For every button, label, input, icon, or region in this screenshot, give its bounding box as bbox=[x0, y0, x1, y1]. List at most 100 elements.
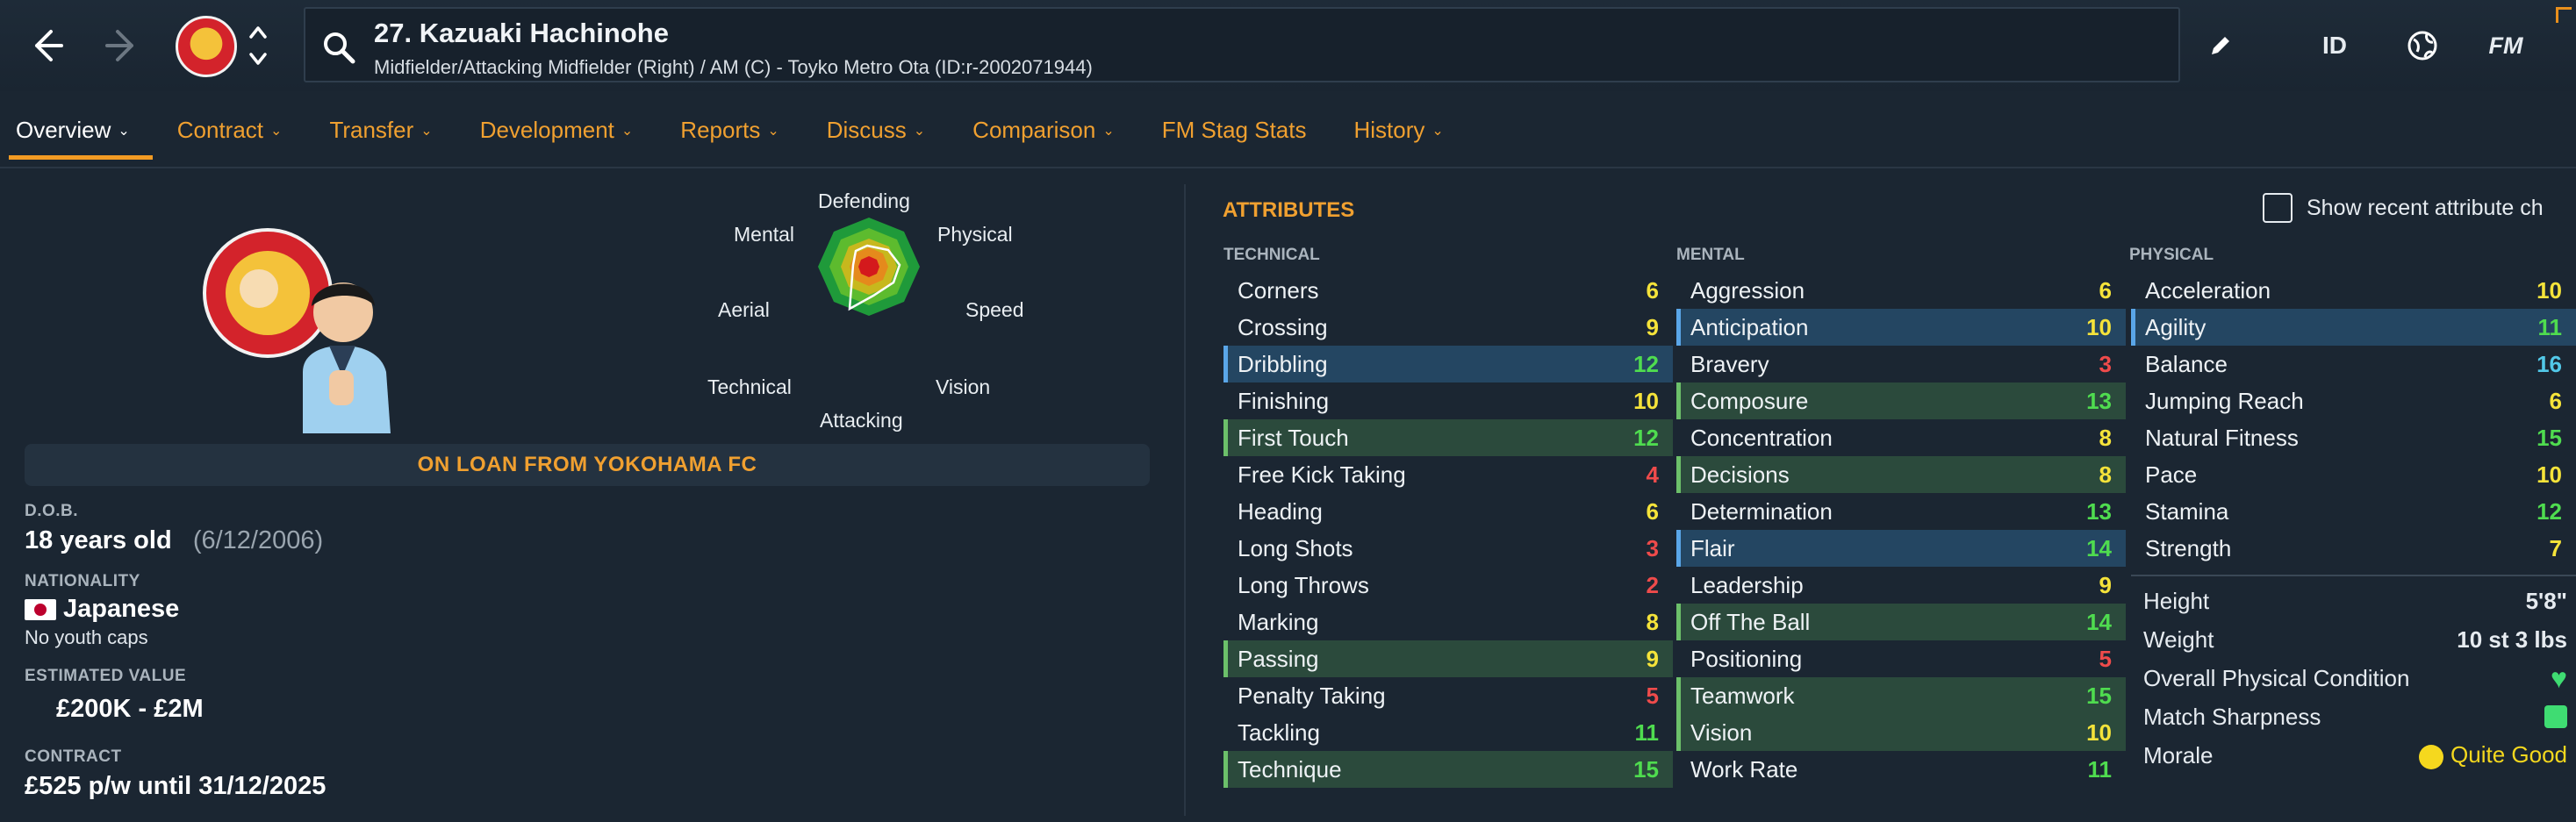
attribute-row-vision[interactable]: Vision 10 bbox=[1676, 714, 2126, 751]
player-portrait bbox=[203, 228, 391, 433]
tab-comparison[interactable]: Comparison ⌄ bbox=[957, 105, 1130, 154]
attribute-row-decisions[interactable]: Decisions 8 bbox=[1676, 456, 2126, 493]
player-switch-icon[interactable] bbox=[248, 19, 269, 72]
attribute-row-concentration[interactable]: Concentration 8 bbox=[1676, 419, 2126, 456]
weight-row: Weight 10 st 3 lbs bbox=[2143, 625, 2567, 653]
attribute-row-work-rate[interactable]: Work Rate 11 bbox=[1676, 751, 2126, 788]
attribute-row-crossing[interactable]: Crossing 9 bbox=[1223, 309, 1673, 346]
club-badge[interactable] bbox=[176, 16, 237, 77]
attribute-value: 13 bbox=[2086, 387, 2112, 414]
youth-caps: No youth caps bbox=[25, 626, 148, 648]
recent-changes-toggle[interactable]: Show recent attribute ch bbox=[2263, 193, 2544, 223]
attribute-row-positioning[interactable]: Positioning 5 bbox=[1676, 640, 2126, 677]
attribute-value: 11 bbox=[1634, 718, 1660, 746]
attribute-name: Stamina bbox=[2145, 497, 2229, 525]
attribute-value: 6 bbox=[2099, 276, 2112, 304]
attribute-row-pace[interactable]: Pace 10 bbox=[2131, 456, 2576, 493]
attribute-name: Balance bbox=[2145, 350, 2228, 377]
radar-label-technical: Technical bbox=[707, 375, 792, 398]
attribute-value: 5 bbox=[1646, 682, 1659, 709]
attribute-row-composure[interactable]: Composure 13 bbox=[1676, 382, 2126, 419]
attribute-row-acceleration[interactable]: Acceleration 10 bbox=[2131, 272, 2576, 309]
attribute-row-stamina[interactable]: Stamina 12 bbox=[2131, 493, 2576, 530]
attribute-row-balance[interactable]: Balance 16 bbox=[2131, 346, 2576, 382]
estimated-value: £200K - £2M bbox=[56, 695, 204, 723]
id-button[interactable]: ID bbox=[2308, 19, 2361, 72]
attribute-row-dribbling[interactable]: Dribbling 12 bbox=[1223, 346, 1673, 382]
technical-header: TECHNICAL bbox=[1223, 246, 1320, 264]
morale-icon bbox=[2419, 744, 2444, 769]
physical-attributes-list: Acceleration 10 Agility 11 Balance 16 Jumping … bbox=[2131, 272, 2576, 567]
tab-reports[interactable]: Reports ⌄ bbox=[664, 105, 794, 154]
attribute-row-aggression[interactable]: Aggression 6 bbox=[1676, 272, 2126, 309]
attribute-row-penalty-taking[interactable]: Penalty Taking 5 bbox=[1223, 677, 1673, 714]
fm-logo-button[interactable]: FM bbox=[2475, 19, 2537, 72]
attribute-row-jumping-reach[interactable]: Jumping Reach 6 bbox=[2131, 382, 2576, 419]
attribute-name: Technique bbox=[1238, 755, 1342, 783]
recent-changes-checkbox[interactable] bbox=[2263, 193, 2293, 223]
attribute-name: Work Rate bbox=[1690, 755, 1798, 783]
attribute-row-marking[interactable]: Marking 8 bbox=[1223, 604, 1673, 640]
attribute-row-off-the-ball[interactable]: Off The Ball 14 bbox=[1676, 604, 2126, 640]
forward-arrow-icon[interactable] bbox=[97, 19, 149, 72]
tab-bar: Overview ⌄ Contract ⌄ Transfer ⌄ Developmen… bbox=[0, 105, 1475, 160]
attribute-value: 6 bbox=[2549, 387, 2562, 414]
nationality-value[interactable]: Japanese bbox=[25, 595, 179, 624]
search-icon bbox=[321, 30, 356, 65]
tab-development[interactable]: Development ⌄ bbox=[464, 105, 649, 154]
attribute-row-leadership[interactable]: Leadership 9 bbox=[1676, 567, 2126, 604]
attribute-row-long-throws[interactable]: Long Throws 2 bbox=[1223, 567, 1673, 604]
tab-contract[interactable]: Contract ⌄ bbox=[161, 105, 298, 154]
dob-label: D.O.B. bbox=[25, 502, 79, 520]
attribute-row-agility[interactable]: Agility 11 bbox=[2131, 309, 2576, 346]
attribute-row-strength[interactable]: Strength 7 bbox=[2131, 530, 2576, 567]
tab-discuss[interactable]: Discuss ⌄ bbox=[811, 105, 941, 154]
attribute-row-anticipation[interactable]: Anticipation 10 bbox=[1676, 309, 2126, 346]
radar-label-aerial: Aerial bbox=[718, 298, 770, 321]
attribute-row-natural-fitness[interactable]: Natural Fitness 15 bbox=[2131, 419, 2576, 456]
attribute-row-passing[interactable]: Passing 9 bbox=[1223, 640, 1673, 677]
profile-panel: Defending Physical Speed Vision Attackin… bbox=[0, 168, 1176, 822]
attribute-row-tackling[interactable]: Tackling 11 bbox=[1223, 714, 1673, 751]
attribute-name: Acceleration bbox=[2145, 276, 2271, 304]
attribute-row-long-shots[interactable]: Long Shots 3 bbox=[1223, 530, 1673, 567]
condition-row: Overall Physical Condition ♥ bbox=[2143, 661, 2567, 694]
attribute-value: 10 bbox=[1633, 387, 1659, 414]
player-search-box[interactable]: 27. Kazuaki Hachinohe Midfielder/Attacki… bbox=[304, 7, 2180, 82]
loan-status-bar: ON LOAN FROM YOKOHAMA FC bbox=[25, 444, 1150, 486]
morale-row: Morale Quite Good bbox=[2143, 741, 2567, 769]
attribute-name: First Touch bbox=[1238, 424, 1349, 451]
attribute-row-corners[interactable]: Corners 6 bbox=[1223, 272, 1673, 309]
attribute-name: Decisions bbox=[1690, 461, 1790, 488]
tab-transfer[interactable]: Transfer ⌄ bbox=[313, 105, 448, 154]
physical-separator bbox=[2131, 575, 2576, 576]
height-row: Height 5'8" bbox=[2143, 587, 2567, 614]
attribute-row-first-touch[interactable]: First Touch 12 bbox=[1223, 419, 1673, 456]
attribute-value: 15 bbox=[1633, 755, 1659, 783]
morale-value: Quite Good bbox=[2450, 741, 2567, 768]
attribute-row-determination[interactable]: Determination 13 bbox=[1676, 493, 2126, 530]
attribute-row-flair[interactable]: Flair 14 bbox=[1676, 530, 2126, 567]
attribute-value: 10 bbox=[2086, 718, 2112, 746]
attribute-name: Positioning bbox=[1690, 645, 1803, 672]
attribute-name: Flair bbox=[1690, 534, 1735, 561]
back-arrow-icon[interactable] bbox=[19, 19, 72, 72]
tab-history[interactable]: History ⌄ bbox=[1338, 105, 1459, 154]
edit-pencil-icon[interactable] bbox=[2207, 19, 2251, 72]
age-value: 18 years old (6/12/2006) bbox=[25, 526, 324, 554]
attribute-row-bravery[interactable]: Bravery 3 bbox=[1676, 346, 2126, 382]
attribute-row-teamwork[interactable]: Teamwork 15 bbox=[1676, 677, 2126, 714]
globe-icon[interactable] bbox=[2396, 19, 2449, 72]
attribute-row-finishing[interactable]: Finishing 10 bbox=[1223, 382, 1673, 419]
attribute-name: Strength bbox=[2145, 534, 2232, 561]
attribute-row-free-kick-taking[interactable]: Free Kick Taking 4 bbox=[1223, 456, 1673, 493]
attribute-row-heading[interactable]: Heading 6 bbox=[1223, 493, 1673, 530]
attribute-row-technique[interactable]: Technique 15 bbox=[1223, 751, 1673, 788]
attribute-value: 9 bbox=[2099, 571, 2112, 598]
attribute-value: 8 bbox=[2099, 424, 2112, 451]
dob-value: (6/12/2006) bbox=[192, 526, 324, 554]
panel-divider bbox=[1184, 184, 1186, 816]
tab-fm-stag-stats[interactable]: FM Stag Stats bbox=[1146, 105, 1323, 154]
tab-overview[interactable]: Overview ⌄ bbox=[0, 105, 153, 160]
chevron-down-icon: ⌄ bbox=[420, 124, 433, 139]
